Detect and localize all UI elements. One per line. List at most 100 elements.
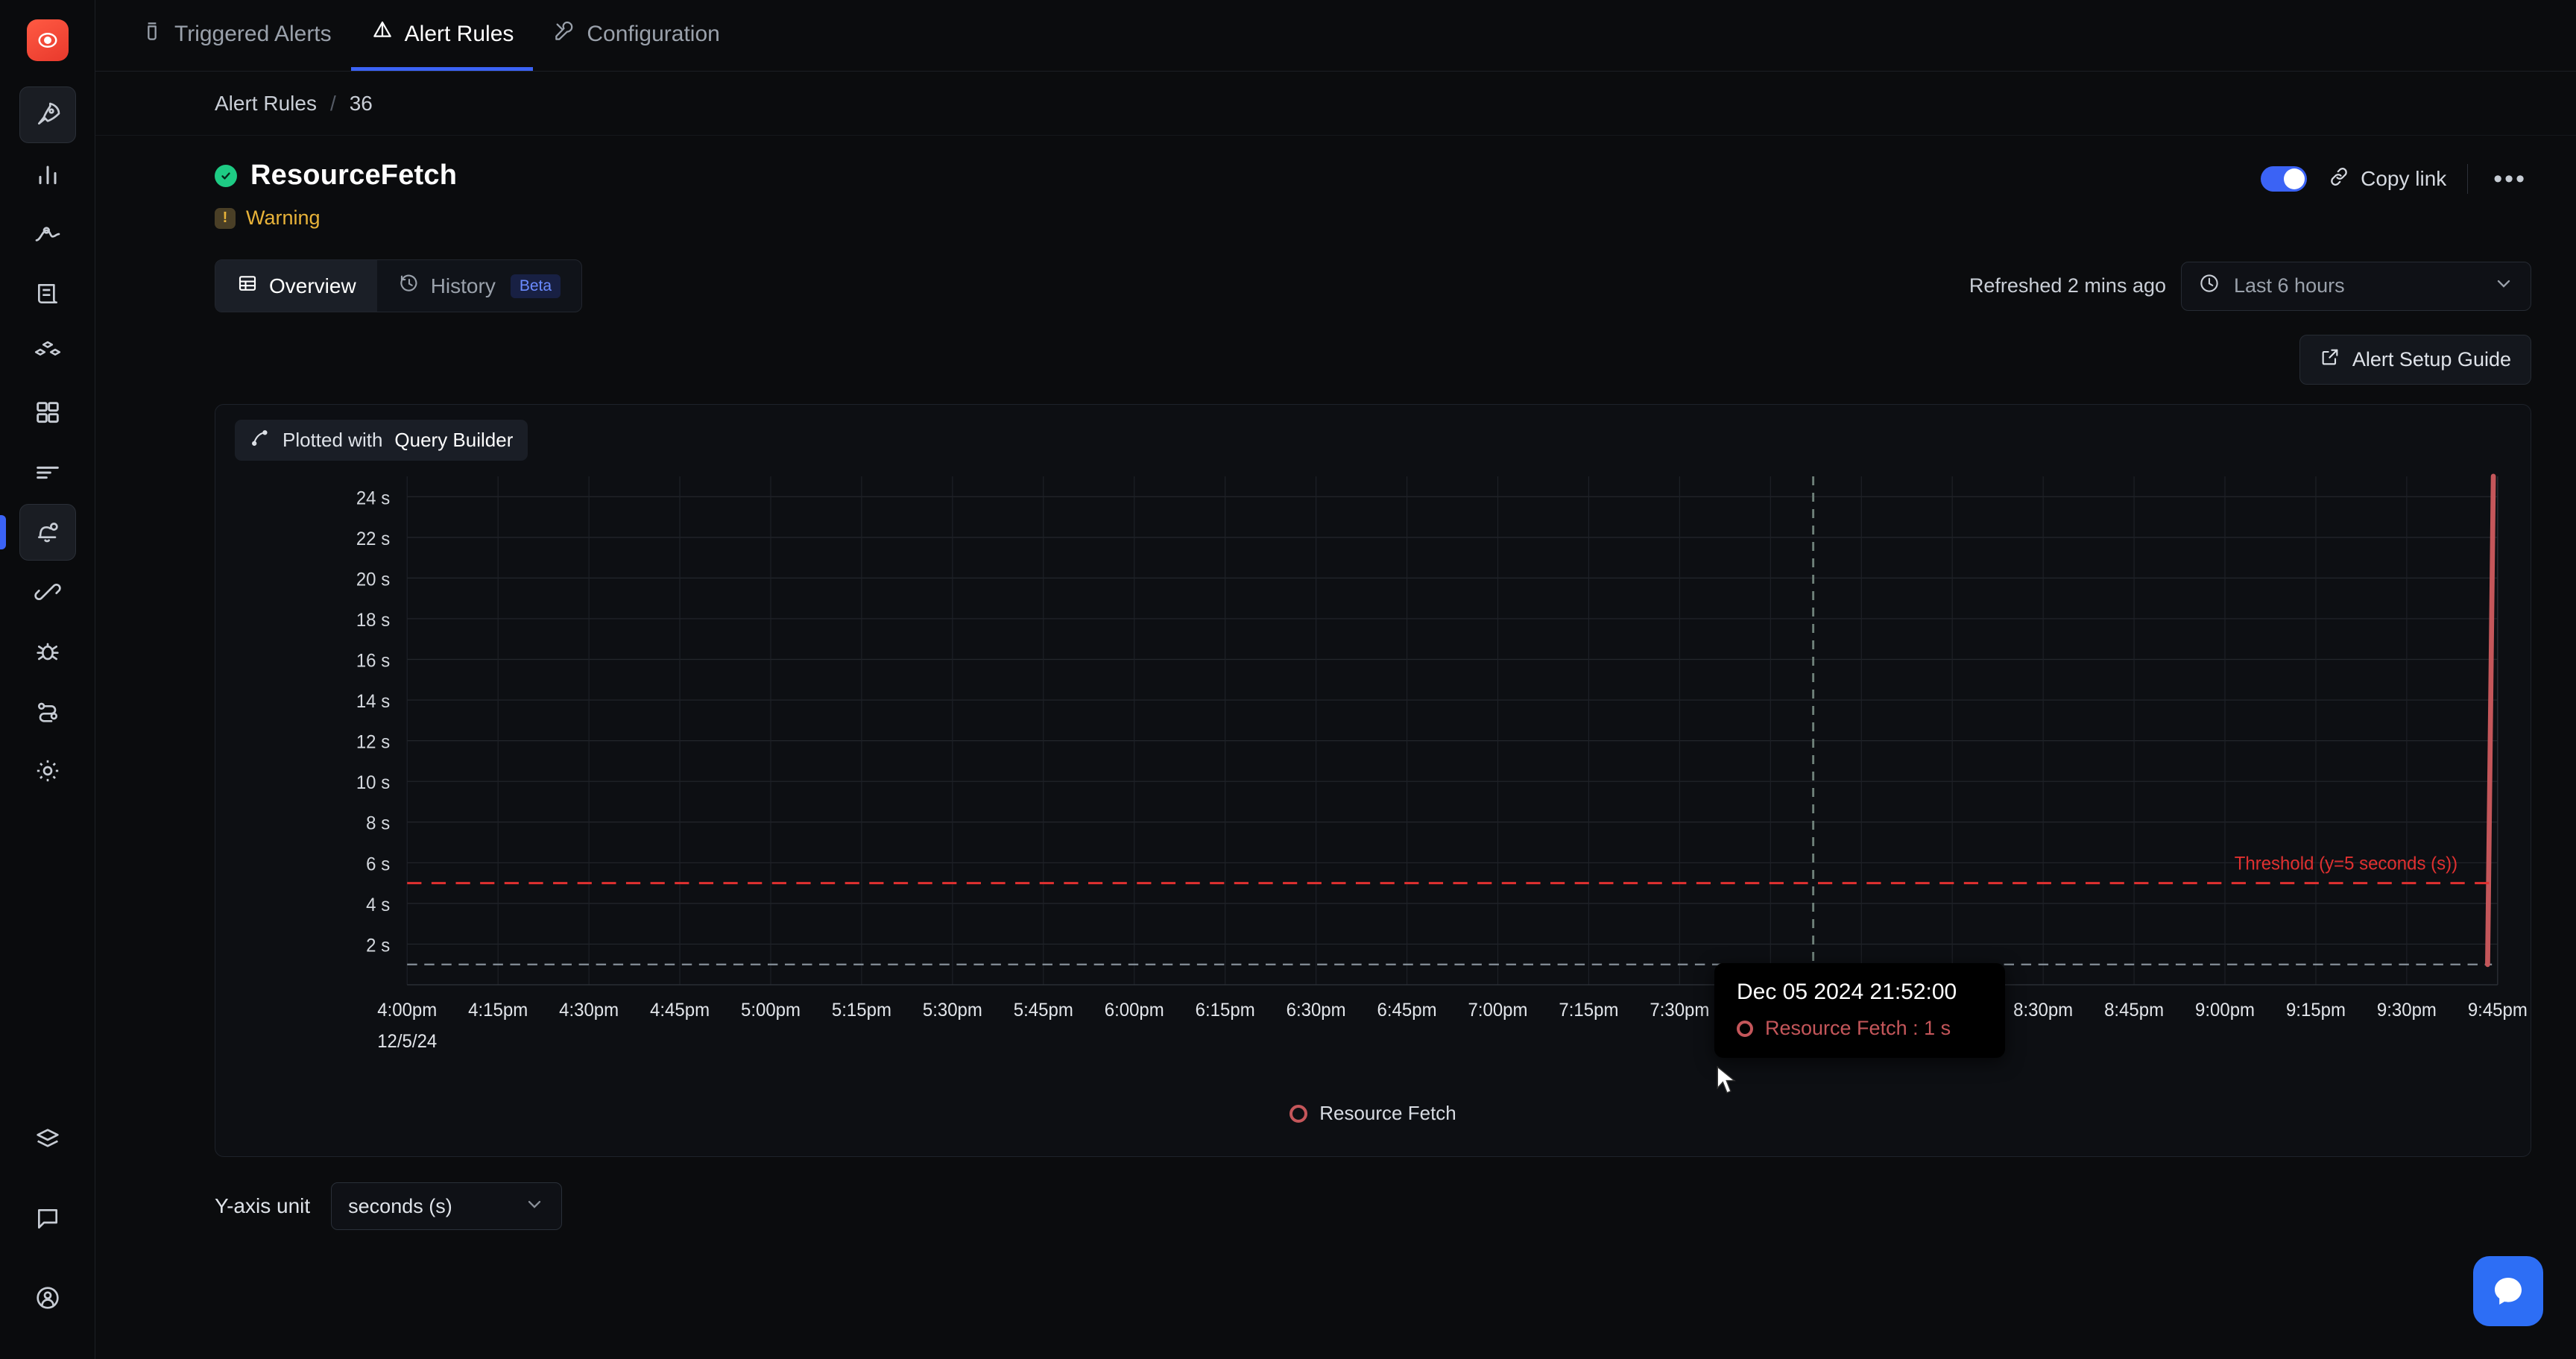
link-icon [2328,165,2350,193]
action-divider [2467,164,2469,194]
legend-label: Resource Fetch [1319,1102,1456,1124]
svg-text:4:45pm: 4:45pm [650,1000,710,1021]
app-root: Triggered Alerts Alert Rules Configurati… [0,0,2576,1359]
sidebar-item-infrastructure[interactable] [19,325,76,382]
tab-alert-rules[interactable]: Alert Rules [350,1,534,71]
svg-text:8 s: 8 s [366,813,390,834]
tab-triggered-alerts[interactable]: Triggered Alerts [121,1,351,71]
svg-text:16 s: 16 s [356,651,390,672]
legend-marker [1289,1104,1308,1123]
account-user-icon[interactable] [19,1270,76,1326]
tab-history[interactable]: History Beta [377,260,581,312]
svg-text:18 s: 18 s [356,611,390,631]
external-link-icon [2320,347,2340,373]
svg-text:9:15pm: 9:15pm [2286,1000,2346,1021]
tab-label: Overview [269,274,356,297]
triggered-alerts-icon [140,19,164,49]
tab-label: Alert Rules [404,21,514,46]
sidebar-item-list[interactable] [19,444,76,501]
svg-text:6 s: 6 s [366,854,390,875]
tooltip-series-value: Resource Fetch : 1 s [1765,1017,1951,1039]
rule-title-line: ResourceFetch [215,160,2261,192]
svg-text:14 s: 14 s [356,692,390,713]
tab-configuration[interactable]: Configuration [533,1,739,71]
tab-label: Configuration [587,21,720,46]
chart-legend: Resource Fetch [215,1102,2531,1125]
rule-header-left: ResourceFetch ! Warning [215,160,2261,230]
status-badge: Warning [246,206,321,229]
rule-header: ResourceFetch ! Warning Copy link ••• [95,136,2576,230]
toggle-knob [2284,168,2305,189]
svg-text:5:30pm: 5:30pm [923,1000,982,1021]
sidebar-item-pipelines[interactable] [19,564,76,620]
warning-exclamation-icon: ! [215,207,236,229]
svg-text:12/5/24: 12/5/24 [377,1032,437,1053]
table-icon [236,272,259,300]
support-chat-fab[interactable] [2473,1256,2543,1326]
svg-text:5:15pm: 5:15pm [832,1000,891,1021]
chart-svg: 2 s 4 s 6 s 8 s 10 s 12 s 14 s 16 s 18 s 20 s 22 s… [356,473,2528,1053]
sidebar-item-exceptions[interactable] [19,623,76,680]
svg-text:4 s: 4 s [366,895,390,915]
copy-link-button[interactable]: Copy link [2328,165,2446,193]
sidebar-item-settings[interactable] [19,742,76,799]
observability-eye-logo[interactable] [26,19,69,61]
sidebar-bottom-group [19,1112,76,1359]
svg-text:7:00pm: 7:00pm [1468,1000,1527,1021]
breadcrumb-separator: / [329,91,336,115]
y-axis-unit-select[interactable]: seconds (s) [331,1182,563,1230]
sidebar-item-alerts[interactable] [19,504,76,561]
top-navigation-bar: Triggered Alerts Alert Rules Configurati… [95,0,2576,72]
svg-text:6:30pm: 6:30pm [1287,1000,1346,1021]
left-sidebar [0,0,95,1359]
curve-plot-icon [250,427,271,453]
svg-text:5:00pm: 5:00pm [741,1000,801,1021]
svg-text:6:45pm: 6:45pm [1377,1000,1437,1021]
chart-tooltip: Dec 05 2024 21:52:00 Resource Fetch : 1 … [1714,963,2005,1058]
time-range-value: Last 6 hours [2234,274,2345,297]
tab-label: Triggered Alerts [174,21,332,46]
main-content: Triggered Alerts Alert Rules Configurati… [95,0,2576,1359]
more-options-button[interactable]: ••• [2489,165,2531,194]
svg-text:8:30pm: 8:30pm [2013,1000,2073,1021]
rule-header-actions: Copy link ••• [2261,160,2531,194]
y-axis-unit-row: Y-axis unit seconds (s) [95,1157,2576,1230]
sidebar-item-dashboards[interactable] [19,385,76,441]
sidebar-item-logs[interactable] [19,265,76,322]
svg-text:10 s: 10 s [356,773,390,794]
breadcrumb: Alert Rules / 36 [95,72,2576,136]
tooltip-series-row: Resource Fetch : 1 s [1737,1017,1983,1040]
chevron-down-icon [524,1194,545,1220]
layers-icon[interactable] [19,1112,76,1168]
chevron-down-icon [2493,273,2514,299]
time-range-select[interactable]: Last 6 hours [2181,261,2531,311]
feedback-chat-icon[interactable] [19,1191,76,1247]
sidebar-item-rocket[interactable] [19,86,76,143]
plotted-with-chip[interactable]: Plotted with Query Builder [235,420,528,461]
view-controls-row: Overview History Beta Refreshed 2 mins a… [95,230,2576,312]
alert-setup-guide-button[interactable]: Alert Setup Guide [2299,335,2531,385]
tooltip-timestamp: Dec 05 2024 21:52:00 [1737,980,1957,1004]
svg-text:8:45pm: 8:45pm [2104,1000,2164,1021]
alert-rules-icon [370,19,394,49]
svg-text:7:30pm: 7:30pm [1650,1000,1709,1021]
chart-card: Plotted with Query Builder 2 s 4 s 6 s 8 s 1… [215,404,2531,1157]
svg-text:20 s: 20 s [356,570,390,590]
history-clock-icon [398,272,420,300]
breadcrumb-root-link[interactable]: Alert Rules [215,92,317,116]
y-axis-unit-label: Y-axis unit [215,1194,311,1217]
alert-metric-chart[interactable]: 2 s 4 s 6 s 8 s 10 s 12 s 14 s 16 s 18 s 20 s 22 s… [215,463,2531,1089]
sidebar-item-traces[interactable] [19,206,76,262]
refresh-status: Refreshed 2 mins ago [1969,274,2166,297]
svg-text:9:45pm: 9:45pm [2468,1000,2528,1021]
beta-badge: Beta [510,274,561,298]
plotted-with-label: Plotted with [282,429,383,451]
status-ok-check-icon [215,164,237,187]
sidebar-item-metrics[interactable] [19,146,76,203]
svg-text:2 s: 2 s [366,936,390,956]
refresh-controls: Refreshed 2 mins ago Last 6 hours [1969,261,2531,311]
tab-overview[interactable]: Overview [215,260,377,312]
breadcrumb-current: 36 [349,91,373,115]
rule-enabled-toggle[interactable] [2261,166,2308,192]
sidebar-item-workflow[interactable] [19,683,76,740]
